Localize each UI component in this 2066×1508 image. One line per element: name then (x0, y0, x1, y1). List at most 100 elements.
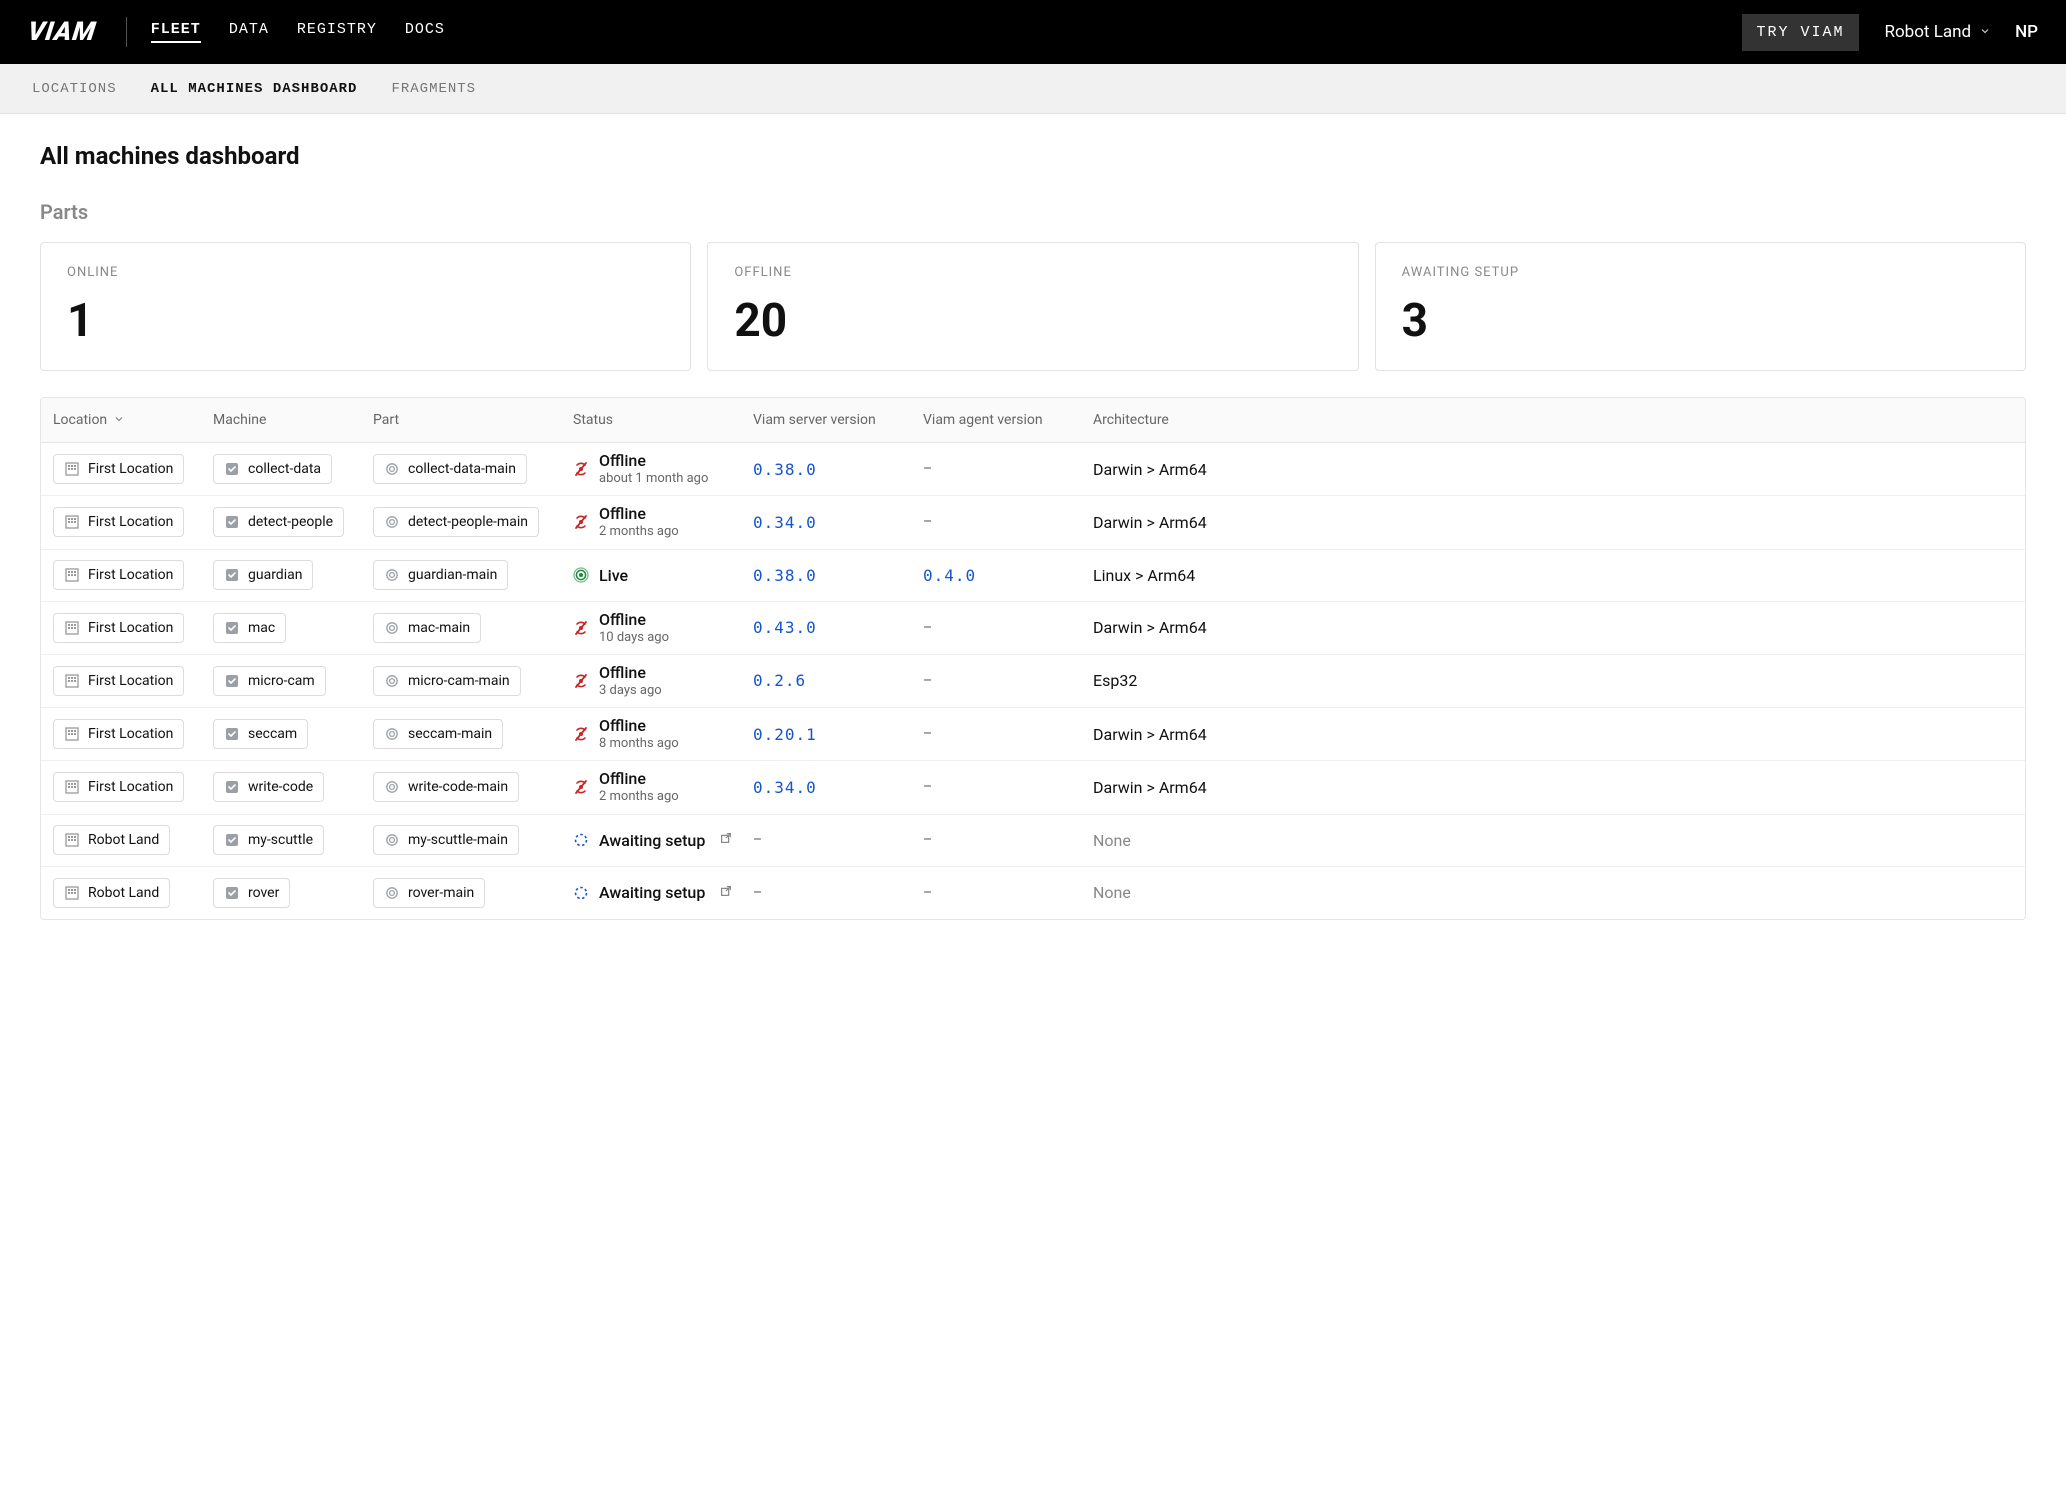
part-pill[interactable]: guardian-main (373, 560, 508, 590)
building-icon (64, 567, 80, 583)
try-viam-button[interactable]: TRY VIAM (1742, 14, 1858, 51)
building-icon (64, 832, 80, 848)
part-name: write-code-main (408, 779, 508, 795)
machine-pill[interactable]: mac (213, 613, 286, 643)
part-name: seccam-main (408, 726, 492, 742)
chevron-down-icon (113, 413, 125, 428)
status-subtext: 2 months ago (599, 524, 679, 540)
location-pill[interactable]: First Location (53, 454, 184, 484)
card-awaiting: AWAITING SETUP 3 (1375, 242, 2026, 371)
part-pill[interactable]: write-code-main (373, 772, 519, 802)
status-text: Offline (599, 451, 708, 471)
location-pill[interactable]: Robot Land (53, 825, 170, 855)
machine-pill[interactable]: collect-data (213, 454, 332, 484)
location-name: First Location (88, 726, 173, 742)
offline-status-icon (573, 779, 589, 795)
architecture: Esp32 (1093, 671, 1137, 690)
machine-icon (224, 461, 240, 477)
card-awaiting-value: 3 (1402, 298, 1999, 344)
org-selector[interactable]: Robot Land (1885, 22, 1992, 42)
awaiting-status-icon (573, 832, 589, 848)
machine-pill[interactable]: micro-cam (213, 666, 326, 696)
location-pill[interactable]: First Location (53, 560, 184, 590)
machine-pill[interactable]: write-code (213, 772, 324, 802)
part-pill[interactable]: collect-data-main (373, 454, 527, 484)
offline-status-icon (573, 620, 589, 636)
machine-name: rover (248, 885, 279, 901)
part-icon (384, 832, 400, 848)
th-agent-version[interactable]: Viam agent version (923, 412, 1093, 428)
nav-data[interactable]: DATA (229, 21, 269, 43)
machine-pill[interactable]: seccam (213, 719, 308, 749)
machine-icon (224, 620, 240, 636)
location-pill[interactable]: First Location (53, 666, 184, 696)
part-pill[interactable]: detect-people-main (373, 507, 539, 537)
location-pill[interactable]: First Location (53, 507, 184, 537)
main-nav: FLEET DATA REGISTRY DOCS (151, 21, 445, 43)
top-nav: VIAM FLEET DATA REGISTRY DOCS TRY VIAM R… (0, 0, 2066, 64)
part-name: mac-main (408, 620, 470, 636)
th-location[interactable]: Location (53, 412, 213, 428)
location-pill[interactable]: First Location (53, 772, 184, 802)
machine-icon (224, 885, 240, 901)
external-link-icon[interactable] (719, 831, 733, 849)
server-version-link[interactable]: 0.2.6 (753, 671, 806, 690)
section-heading-parts: Parts (40, 200, 2026, 224)
server-version-link[interactable]: 0.43.0 (753, 618, 817, 637)
th-architecture[interactable]: Architecture (1093, 412, 2013, 428)
location-pill[interactable]: Robot Land (53, 878, 170, 908)
part-pill[interactable]: my-scuttle-main (373, 825, 519, 855)
nav-fleet[interactable]: FLEET (151, 21, 201, 43)
machine-pill[interactable]: my-scuttle (213, 825, 324, 855)
table-row: Robot Land rover rover-mainAwaiting setu… (41, 867, 2025, 919)
machine-pill[interactable]: detect-people (213, 507, 344, 537)
card-offline-value: 20 (734, 298, 1331, 344)
th-machine[interactable]: Machine (213, 412, 373, 428)
agent-version-link[interactable]: 0.4.0 (923, 566, 976, 585)
part-pill[interactable]: mac-main (373, 613, 481, 643)
status-text: Offline (599, 663, 662, 683)
machine-icon (224, 726, 240, 742)
th-part[interactable]: Part (373, 412, 573, 428)
server-version-link[interactable]: 0.34.0 (753, 778, 817, 797)
offline-status-icon (573, 726, 589, 742)
part-pill[interactable]: rover-main (373, 878, 485, 908)
table-row: First Location write-code write-code-mai… (41, 761, 2025, 814)
th-server-version[interactable]: Viam server version (753, 412, 923, 428)
location-name: First Location (88, 461, 173, 477)
card-awaiting-label: AWAITING SETUP (1402, 265, 1999, 280)
nav-docs[interactable]: DOCS (405, 21, 445, 43)
server-version-link[interactable]: 0.38.0 (753, 460, 817, 479)
machine-pill[interactable]: rover (213, 878, 290, 908)
status-text: Offline (599, 769, 679, 789)
subnav-all-machines[interactable]: ALL MACHINES DASHBOARD (151, 81, 358, 97)
logo[interactable]: VIAM (26, 17, 98, 47)
location-pill[interactable]: First Location (53, 613, 184, 643)
part-pill[interactable]: seccam-main (373, 719, 503, 749)
status-text: Live (599, 566, 628, 585)
table-row: First Location guardian guardian-main Liv… (41, 550, 2025, 602)
card-online-label: ONLINE (67, 265, 664, 280)
subnav-fragments[interactable]: FRAGMENTS (391, 81, 476, 97)
offline-status-icon (573, 673, 589, 689)
live-status-icon (573, 567, 589, 583)
nav-registry[interactable]: REGISTRY (297, 21, 377, 43)
external-link-icon[interactable] (719, 884, 733, 902)
main-content: All machines dashboard Parts ONLINE 1 OF… (0, 114, 2066, 948)
server-version-link[interactable]: 0.34.0 (753, 513, 817, 532)
building-icon (64, 514, 80, 530)
building-icon (64, 885, 80, 901)
location-pill[interactable]: First Location (53, 719, 184, 749)
server-version-link[interactable]: 0.20.1 (753, 725, 817, 744)
part-pill[interactable]: micro-cam-main (373, 666, 521, 696)
page-title: All machines dashboard (40, 142, 2026, 170)
th-status[interactable]: Status (573, 412, 753, 428)
table-row: First Location mac mac-mainOffline10 day… (41, 602, 2025, 655)
status-subtext: about 1 month ago (599, 471, 708, 487)
machine-name: micro-cam (248, 673, 315, 689)
machine-pill[interactable]: guardian (213, 560, 313, 590)
user-avatar[interactable]: NP (2015, 22, 2038, 42)
subnav-locations[interactable]: LOCATIONS (32, 81, 117, 97)
server-version-link[interactable]: 0.38.0 (753, 566, 817, 585)
table-body: First Location collect-data collect-data… (41, 443, 2025, 919)
